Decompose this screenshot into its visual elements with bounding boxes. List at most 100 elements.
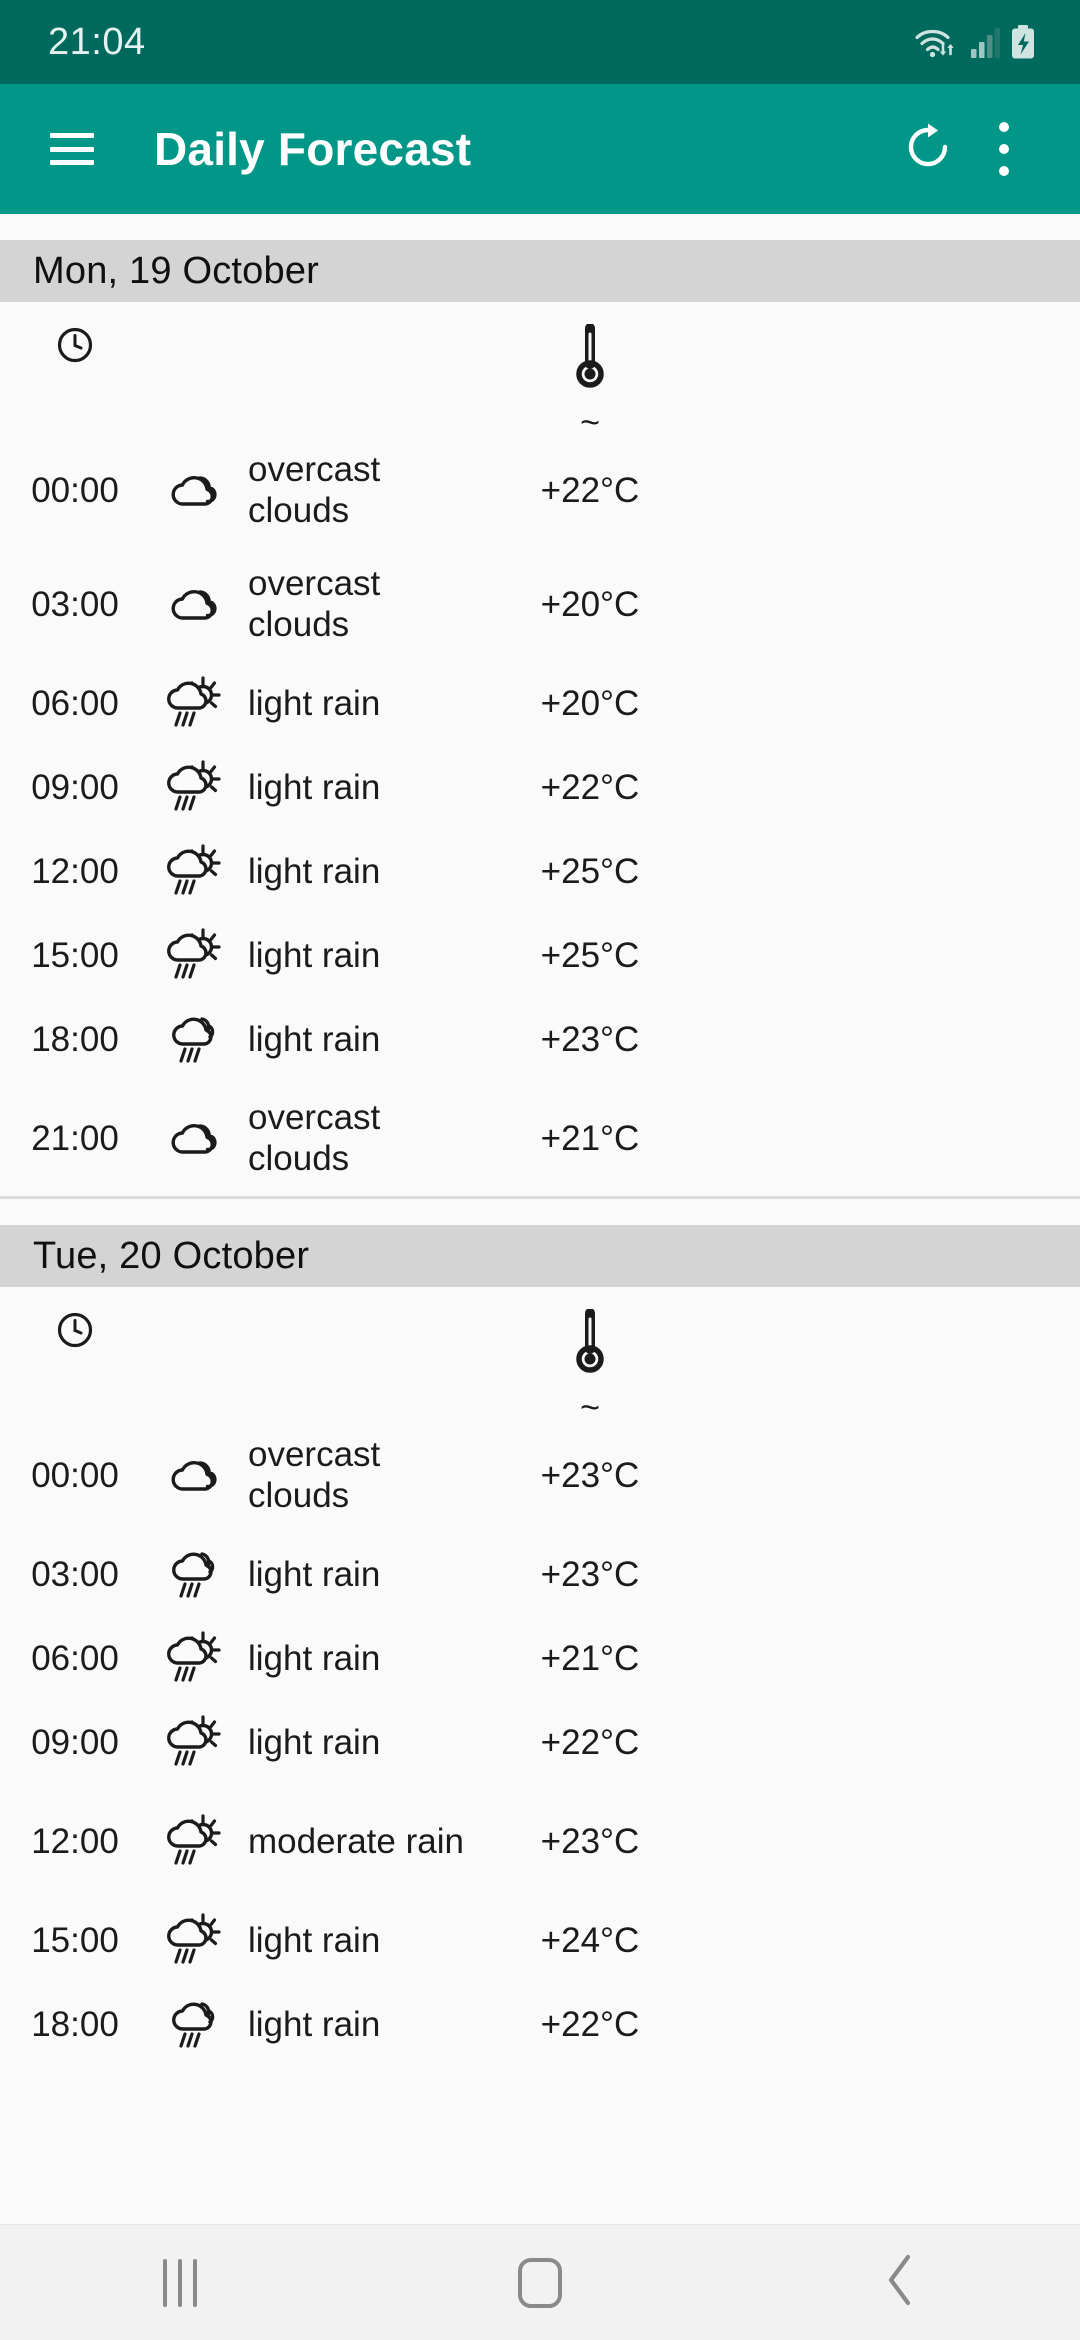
forecast-condition-text: light rain [248, 2004, 381, 2044]
forecast-condition-text: light rain [248, 1019, 381, 1059]
column-headers: ~ [0, 302, 1080, 440]
forecast-condition-icon-cell [150, 927, 240, 985]
forecast-temperature: +23°C [540, 1020, 640, 1059]
forecast-condition-text: light rain [248, 1554, 381, 1594]
day-rain-icon [167, 676, 221, 727]
night-rain-icon [172, 2002, 215, 2048]
forecast-condition-icon-cell [150, 1011, 240, 1069]
night-rain-icon [172, 1552, 215, 1598]
back-button[interactable] [810, 2233, 990, 2333]
forecast-condition-icon-cell [150, 759, 240, 817]
forecast-temperature: +21°C [540, 1119, 640, 1158]
forecast-condition-icon-cell [150, 1116, 240, 1162]
forecast-temperature: +20°C [540, 585, 640, 624]
overflow-menu-button[interactable] [966, 111, 1042, 187]
thermometer-icon [576, 324, 604, 388]
forecast-row[interactable]: 06:00 light rain +21°C [0, 1617, 1080, 1701]
forecast-time: 06:00 [31, 684, 119, 723]
home-button[interactable] [450, 2233, 630, 2333]
day-header[interactable]: Tue, 20 October [0, 1225, 1080, 1287]
forecast-row[interactable]: 03:00 light rain +23°C [0, 1533, 1080, 1617]
forecast-time: 12:00 [31, 1822, 119, 1861]
forecast-time: 03:00 [31, 1555, 119, 1594]
forecast-condition-text: overcast clouds [248, 1098, 381, 1178]
forecast-condition-text: light rain [248, 1722, 381, 1762]
forecast-time: 00:00 [31, 1456, 119, 1495]
forecast-condition-icon-cell [150, 675, 240, 733]
forecast-time: 15:00 [31, 936, 119, 975]
forecast-row[interactable]: 09:00 light rain +22°C [0, 1701, 1080, 1785]
forecast-row[interactable]: 21:00 overcast clouds +21°C [0, 1082, 1080, 1196]
wifi-data-icon [914, 22, 960, 62]
forecast-time: 06:00 [31, 1639, 119, 1678]
forecast-temperature: +23°C [540, 1456, 640, 1495]
forecast-condition-text: overcast clouds [248, 450, 381, 530]
forecast-temperature: +22°C [540, 471, 640, 510]
overcast-clouds-icon [171, 476, 217, 506]
forecast-condition-icon-cell [150, 468, 240, 514]
day-rain-icon [167, 1715, 221, 1766]
phone-screen: 21:04 Daily Forecast Mon, 19 October ~ 0… [0, 0, 1080, 2340]
day-rain-icon [167, 1631, 221, 1682]
forecast-row[interactable]: 15:00 light rain +24°C [0, 1899, 1080, 1983]
app-bar: Daily Forecast [0, 84, 1080, 214]
forecast-temperature: +24°C [540, 1921, 640, 1960]
day-rain-icon [167, 1814, 221, 1865]
day-rain-icon [167, 928, 221, 979]
forecast-time: 21:00 [31, 1119, 119, 1158]
status-bar: 21:04 [0, 0, 1080, 84]
back-icon [882, 2253, 918, 2312]
overcast-clouds-icon [171, 1124, 217, 1154]
refresh-icon [903, 122, 953, 177]
forecast-condition-icon-cell [150, 1912, 240, 1970]
day-header-label: Tue, 20 October [33, 1234, 310, 1277]
overcast-clouds-icon [171, 1461, 217, 1491]
forecast-condition-icon-cell [150, 1996, 240, 2054]
page-title: Daily Forecast [154, 123, 472, 175]
forecast-row[interactable]: 12:00 light rain +25°C [0, 830, 1080, 914]
forecast-time: 12:00 [31, 852, 119, 891]
forecast-time: 15:00 [31, 1921, 119, 1960]
day-spacer [0, 214, 1080, 240]
forecast-temperature: +22°C [540, 2005, 640, 2044]
clock-icon [57, 1312, 93, 1348]
forecast-row[interactable]: 09:00 light rain +22°C [0, 746, 1080, 830]
refresh-button[interactable] [890, 111, 966, 187]
day-rain-icon [167, 1913, 221, 1964]
forecast-row[interactable]: 00:00 overcast clouds +23°C [0, 1419, 1080, 1533]
forecast-time: 03:00 [31, 585, 119, 624]
night-rain-icon [172, 1017, 215, 1063]
recents-button[interactable] [90, 2233, 270, 2333]
temperature-approx-symbol: ~ [580, 1389, 600, 1427]
forecast-time: 09:00 [31, 1723, 119, 1762]
forecast-scroll-area[interactable]: Mon, 19 October ~00:00 overcast clouds +2… [0, 214, 1080, 2224]
clock-icon [57, 327, 93, 363]
forecast-row[interactable]: 00:00 overcast clouds +22°C [0, 434, 1080, 548]
overcast-clouds-icon [171, 590, 217, 620]
forecast-row[interactable]: 06:00 light rain +20°C [0, 662, 1080, 746]
forecast-temperature: +21°C [540, 1639, 640, 1678]
time-column-header [0, 324, 150, 366]
forecast-row[interactable]: 12:00 moderate rain +23°C [0, 1785, 1080, 1899]
forecast-condition-icon-cell [150, 1714, 240, 1772]
hamburger-menu-icon [50, 133, 94, 165]
forecast-condition-icon-cell [150, 1546, 240, 1604]
home-icon [518, 2257, 562, 2308]
battery-charging-icon [1010, 24, 1036, 60]
day-header[interactable]: Mon, 19 October [0, 240, 1080, 302]
forecast-row[interactable]: 18:00 light rain +22°C [0, 1983, 1080, 2067]
temperature-approx-symbol: ~ [580, 404, 600, 442]
forecast-row[interactable]: 18:00 light rain +23°C [0, 998, 1080, 1082]
thermometer-icon [576, 1309, 604, 1373]
forecast-condition-text: light rain [248, 935, 381, 975]
hamburger-menu-button[interactable] [34, 111, 110, 187]
forecast-temperature: +22°C [540, 768, 640, 807]
status-bar-icons [914, 22, 1036, 62]
recents-icon [163, 2258, 197, 2307]
time-column-header [0, 1309, 150, 1351]
forecast-temperature: +20°C [540, 684, 640, 723]
forecast-row[interactable]: 15:00 light rain +25°C [0, 914, 1080, 998]
forecast-condition-text: light rain [248, 767, 381, 807]
forecast-row[interactable]: 03:00 overcast clouds +20°C [0, 548, 1080, 662]
forecast-condition-text: overcast clouds [248, 1435, 381, 1515]
